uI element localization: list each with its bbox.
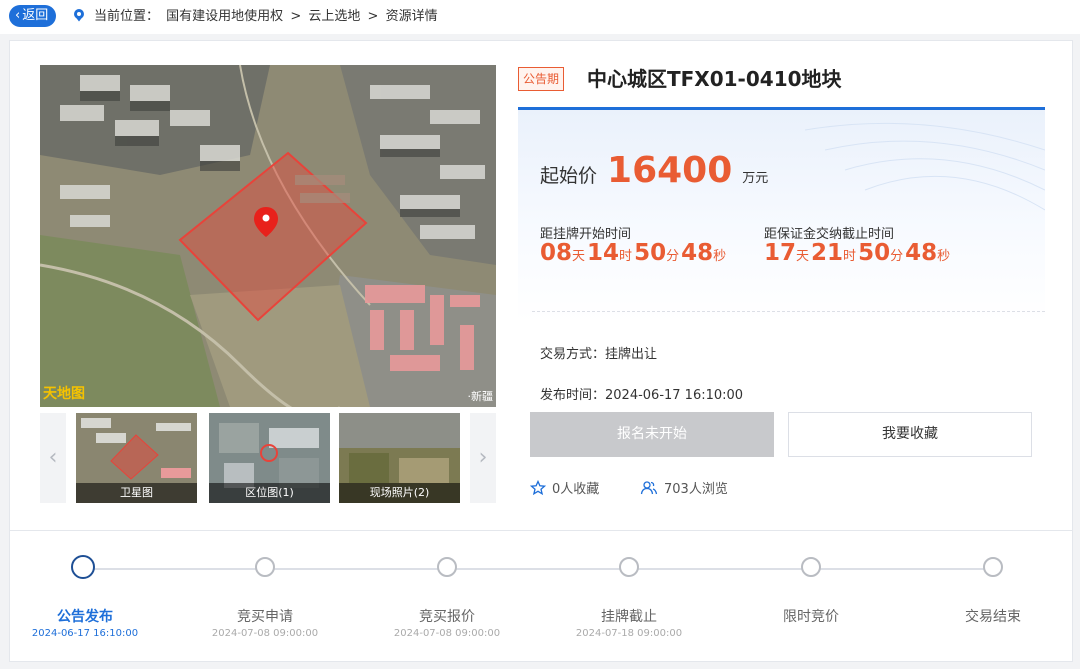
step-published: 公告发布 bbox=[57, 609, 113, 625]
price-row: 起始价 16400 万元 bbox=[540, 150, 768, 191]
countdown-unit: 天 bbox=[572, 249, 586, 264]
location-icon bbox=[74, 9, 84, 22]
countdown-minutes: 50 bbox=[858, 240, 891, 266]
step-marker-listing-close bbox=[619, 557, 639, 577]
breadcrumb-separator: > bbox=[367, 9, 379, 24]
satellite-map[interactable]: 天地图 ·新疆 bbox=[40, 65, 496, 407]
countdown-minutes: 50 bbox=[634, 240, 667, 266]
countdown-seconds: 48 bbox=[681, 240, 714, 266]
favorites-label: 0人收藏 bbox=[552, 482, 600, 497]
thumbnail-label: 现场照片(2) bbox=[339, 483, 460, 503]
chevron-left-icon: ‹ bbox=[15, 8, 21, 23]
page-title: 中心城区TFX01-0410地块 bbox=[587, 67, 842, 91]
step-published-date: 2024-06-17 16:10:00 bbox=[31, 628, 139, 639]
views-count: 703人浏览 bbox=[640, 478, 728, 497]
satellite-image bbox=[40, 65, 496, 407]
step-bidding: 竞买报价 bbox=[419, 609, 475, 625]
signup-button[interactable]: 报名未开始 bbox=[530, 412, 774, 457]
countdown-deposit: 17天21时50分48秒 bbox=[764, 240, 952, 266]
countdown-unit: 分 bbox=[890, 249, 904, 264]
countdown-days: 17 bbox=[764, 240, 797, 266]
map-watermark-left: 天地图 bbox=[43, 386, 85, 402]
breadcrumb-prefix: 当前位置： bbox=[94, 9, 160, 24]
publish-time: 发布时间：2024-06-17 16:10:00 bbox=[540, 388, 744, 403]
breadcrumb: 当前位置： 国有建设用地使用权 > 云上选地 > 资源详情 bbox=[94, 0, 441, 34]
countdown-hours: 21 bbox=[811, 240, 844, 266]
favorite-button[interactable]: 我要收藏 bbox=[788, 412, 1032, 457]
step-trade-end: 交易结束 bbox=[965, 609, 1021, 625]
countdown-unit: 天 bbox=[796, 249, 810, 264]
step-marker-application bbox=[255, 557, 275, 577]
trade-method: 交易方式：挂牌出让 bbox=[540, 347, 658, 362]
step-marker-published bbox=[71, 555, 95, 579]
countdown-hours: 14 bbox=[587, 240, 620, 266]
resource-card: 天地图 ·新疆 ‹ 卫星图 区位图(1) 现场照片(2) › 公告期 中心城区T… bbox=[9, 40, 1073, 662]
thumbnail-site-photos[interactable]: 现场照片(2) bbox=[339, 413, 460, 503]
breadcrumb-item-land-rights[interactable]: 国有建设用地使用权 bbox=[166, 9, 283, 24]
thumbnail-prev-button[interactable]: ‹ bbox=[40, 413, 66, 503]
dashed-divider bbox=[532, 311, 1045, 312]
thumbnail-satellite[interactable]: 卫星图 bbox=[76, 413, 197, 503]
countdown-unit: 分 bbox=[666, 249, 680, 264]
step-application-date: 2024-07-08 09:00:00 bbox=[211, 628, 319, 639]
map-watermark-right: ·新疆 bbox=[467, 390, 494, 403]
price-label: 起始价 bbox=[540, 165, 598, 187]
step-bidding-date: 2024-07-08 09:00:00 bbox=[393, 628, 501, 639]
step-marker-trade-end bbox=[983, 557, 1003, 577]
step-marker-bidding bbox=[437, 557, 457, 577]
countdown-unit: 时 bbox=[843, 249, 857, 264]
status-badge: 公告期 bbox=[518, 67, 565, 91]
users-icon bbox=[640, 480, 658, 494]
back-label: 返回 bbox=[22, 8, 49, 23]
countdown-listing: 08天14时50分48秒 bbox=[540, 240, 728, 266]
step-application: 竞买申请 bbox=[237, 609, 293, 625]
countdown-unit: 秒 bbox=[713, 249, 727, 264]
top-bar: ‹ 返回 当前位置： 国有建设用地使用权 > 云上选地 > 资源详情 bbox=[0, 0, 1080, 34]
thumbnail-label: 区位图(1) bbox=[209, 483, 330, 503]
thumbnail-next-button[interactable]: › bbox=[470, 413, 496, 503]
breadcrumb-separator: > bbox=[290, 9, 302, 24]
star-icon bbox=[530, 479, 546, 495]
breadcrumb-item-resource-detail: 资源详情 bbox=[385, 9, 438, 24]
chevron-left-icon: ‹ bbox=[48, 445, 58, 470]
breadcrumb-item-cloud-select[interactable]: 云上选地 bbox=[308, 9, 360, 24]
thumbnail-location[interactable]: 区位图(1) bbox=[209, 413, 330, 503]
thumbnail-strip: ‹ 卫星图 区位图(1) 现场照片(2) › bbox=[40, 413, 496, 503]
step-marker-timed-auction bbox=[801, 557, 821, 577]
thumbnail-label: 卫星图 bbox=[76, 483, 197, 503]
price-panel: 起始价 16400 万元 距挂牌开始时间 08天14时50分48秒 距保证金交纳… bbox=[518, 107, 1045, 322]
back-button[interactable]: ‹ 返回 bbox=[9, 5, 57, 27]
chevron-right-icon: › bbox=[478, 445, 488, 470]
section-divider bbox=[10, 530, 1072, 531]
price-value: 16400 bbox=[607, 150, 733, 191]
countdown-unit: 秒 bbox=[937, 249, 951, 264]
decorative-waves bbox=[805, 122, 1045, 211]
countdown-days: 08 bbox=[540, 240, 573, 266]
countdown-seconds: 48 bbox=[905, 240, 938, 266]
step-timed-auction: 限时竞价 bbox=[783, 609, 839, 625]
step-listing-close: 挂牌截止 bbox=[601, 609, 657, 625]
progress-track bbox=[94, 568, 994, 570]
price-unit: 万元 bbox=[742, 171, 769, 186]
favorites-count[interactable]: 0人收藏 bbox=[530, 478, 599, 497]
views-label: 703人浏览 bbox=[664, 482, 728, 497]
step-listing-close-date: 2024-07-18 09:00:00 bbox=[575, 628, 683, 639]
countdown-unit: 时 bbox=[619, 249, 633, 264]
